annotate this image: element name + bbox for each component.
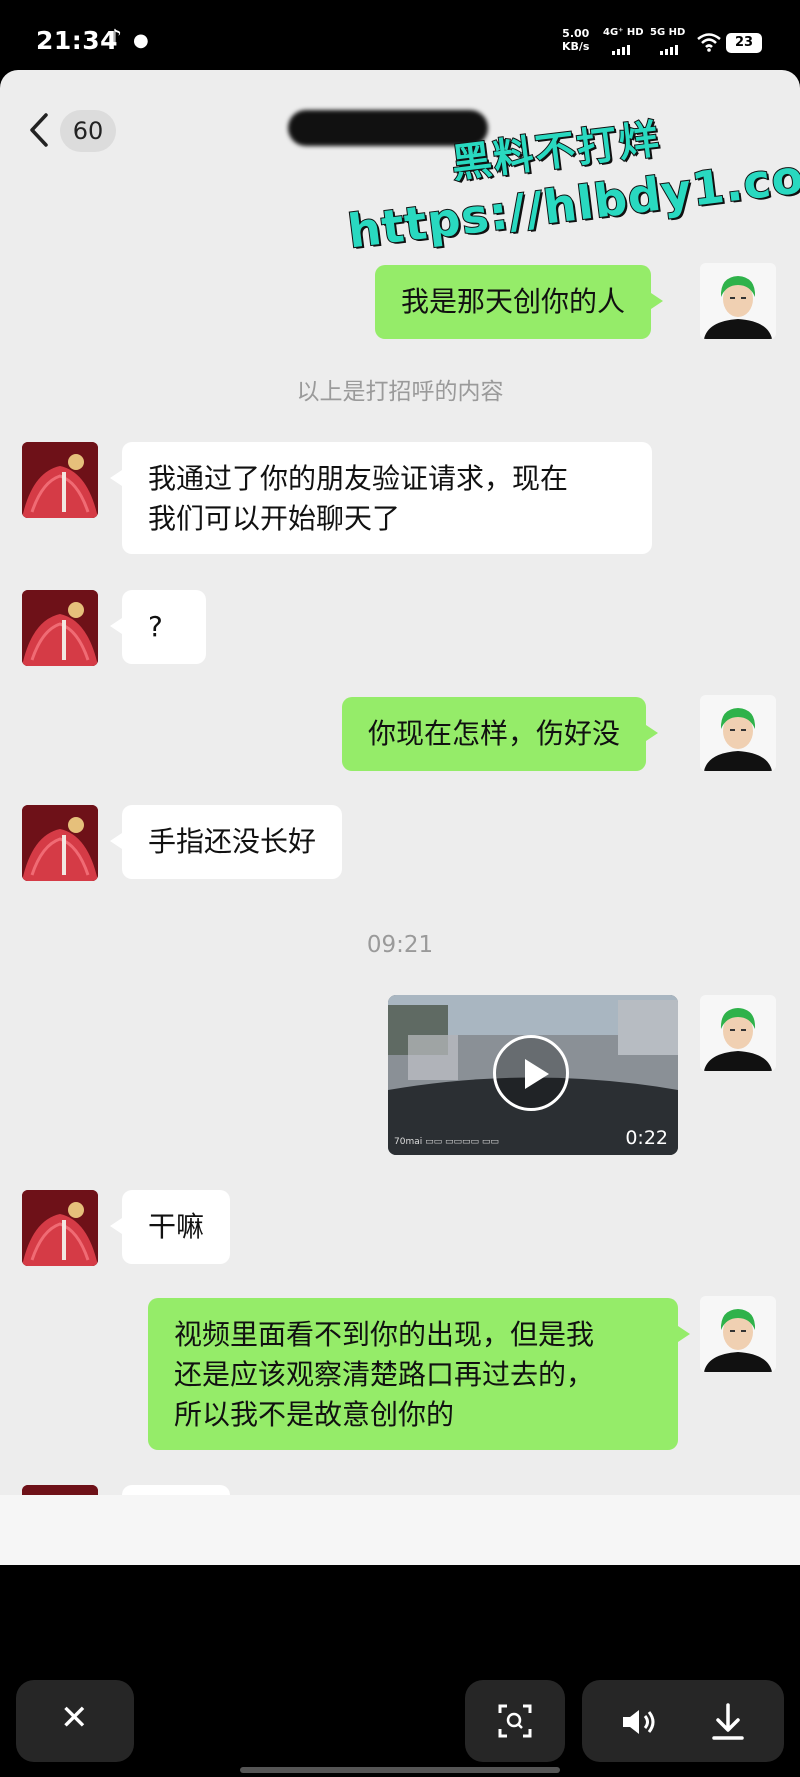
message-bubble-received[interactable]: ? bbox=[110, 590, 206, 664]
scan-button[interactable] bbox=[465, 1680, 565, 1762]
contact-avatar[interactable] bbox=[22, 590, 98, 666]
my-avatar[interactable] bbox=[700, 263, 776, 339]
message-bubble-received[interactable]: 手指还没长好 bbox=[109, 805, 343, 879]
video-camera-stamp: 70mai ▭▭ ▭▭▭▭ ▭▭ bbox=[394, 1137, 499, 1147]
system-notice: 以上是打招呼的内容 bbox=[296, 379, 504, 405]
message-text: 干嘛 bbox=[148, 1210, 205, 1243]
speed-value: 5.00 bbox=[562, 27, 590, 40]
my-avatar[interactable] bbox=[700, 995, 776, 1071]
home-indicator[interactable] bbox=[240, 1767, 560, 1773]
status-time: 21:34 bbox=[36, 26, 119, 55]
green-hair-avatar-icon bbox=[700, 263, 776, 339]
status-bar: 21:34 ♪ ● 5.00 KB/s 4G⁺ HD 5G HD 23 bbox=[0, 0, 800, 70]
signal-bars-1-icon bbox=[612, 45, 630, 55]
close-icon: ✕ bbox=[60, 1698, 89, 1738]
chat-window[interactable]: 60 黑料不打烊 https://hlbdy1.com 我是那天创你的人 以上是… bbox=[0, 70, 800, 1565]
message-bubble-received[interactable]: 干嘛 bbox=[109, 1190, 231, 1264]
contact-avatar[interactable] bbox=[22, 805, 98, 881]
message-text-line: 还是应该观察清楚路口再过去的， bbox=[174, 1358, 595, 1391]
wifi-icon bbox=[697, 33, 721, 52]
green-hair-avatar-icon bbox=[700, 995, 776, 1071]
message-text-line: 我通过了你的朋友验证请求，现在 bbox=[148, 462, 569, 495]
network-label-2: 5G HD bbox=[650, 27, 686, 38]
network-label-1: 4G⁺ HD bbox=[603, 27, 644, 38]
dancer-avatar-icon bbox=[22, 805, 98, 881]
dancer-avatar-icon bbox=[22, 590, 98, 666]
green-hair-avatar-icon bbox=[700, 1296, 776, 1372]
signal-bars-2-icon bbox=[660, 45, 678, 55]
message-bubble-sent[interactable]: 视频里面看不到你的出现，但是我 还是应该观察清楚路口再过去的， 所以我不是故意创… bbox=[148, 1298, 690, 1450]
message-text: 我是那天创你的人 bbox=[401, 285, 626, 318]
play-button[interactable] bbox=[493, 1035, 569, 1111]
video-duration: 0:22 bbox=[625, 1127, 668, 1149]
timestamp: 09:21 bbox=[366, 932, 434, 958]
scan-icon bbox=[498, 1704, 532, 1738]
contact-avatar[interactable] bbox=[22, 1190, 98, 1266]
unread-count-badge[interactable]: 60 bbox=[60, 110, 116, 152]
download-icon[interactable] bbox=[710, 1702, 746, 1742]
close-button[interactable]: ✕ bbox=[16, 1680, 134, 1762]
message-text: 你现在怎样，伤好没 bbox=[368, 717, 621, 750]
back-arrow-icon[interactable] bbox=[28, 112, 50, 148]
contact-avatar[interactable] bbox=[22, 442, 98, 518]
my-avatar[interactable] bbox=[700, 695, 776, 771]
input-bar bbox=[0, 1495, 800, 1565]
wechat-icon: ● bbox=[133, 30, 149, 51]
battery-indicator: 23 bbox=[726, 33, 762, 53]
video-message[interactable]: 70mai ▭▭ ▭▭▭▭ ▭▭ 0:22 bbox=[388, 995, 678, 1155]
message-text-line: 所以我不是故意创你的 bbox=[174, 1398, 455, 1431]
message-bubble-sent[interactable]: 我是那天创你的人 bbox=[375, 265, 664, 339]
volume-icon[interactable] bbox=[620, 1706, 660, 1738]
message-text-line: 我们可以开始聊天了 bbox=[148, 502, 401, 535]
message-text-line: 视频里面看不到你的出现，但是我 bbox=[174, 1318, 595, 1351]
message-bubble-received[interactable]: 我通过了你的朋友验证请求，现在 我们可以开始聊天了 bbox=[110, 442, 652, 554]
dancer-avatar-icon bbox=[22, 1190, 98, 1266]
media-controls bbox=[582, 1680, 784, 1762]
message-text: ? bbox=[148, 610, 163, 643]
tiktok-icon: ♪ bbox=[108, 26, 123, 51]
speed-unit: KB/s bbox=[562, 40, 590, 53]
my-avatar[interactable] bbox=[700, 1296, 776, 1372]
network-speed: 5.00 KB/s bbox=[562, 27, 589, 53]
dancer-avatar-icon bbox=[22, 442, 98, 518]
message-text: 手指还没长好 bbox=[148, 825, 317, 858]
green-hair-avatar-icon bbox=[700, 695, 776, 771]
message-bubble-sent[interactable]: 你现在怎样，伤好没 bbox=[342, 697, 659, 771]
